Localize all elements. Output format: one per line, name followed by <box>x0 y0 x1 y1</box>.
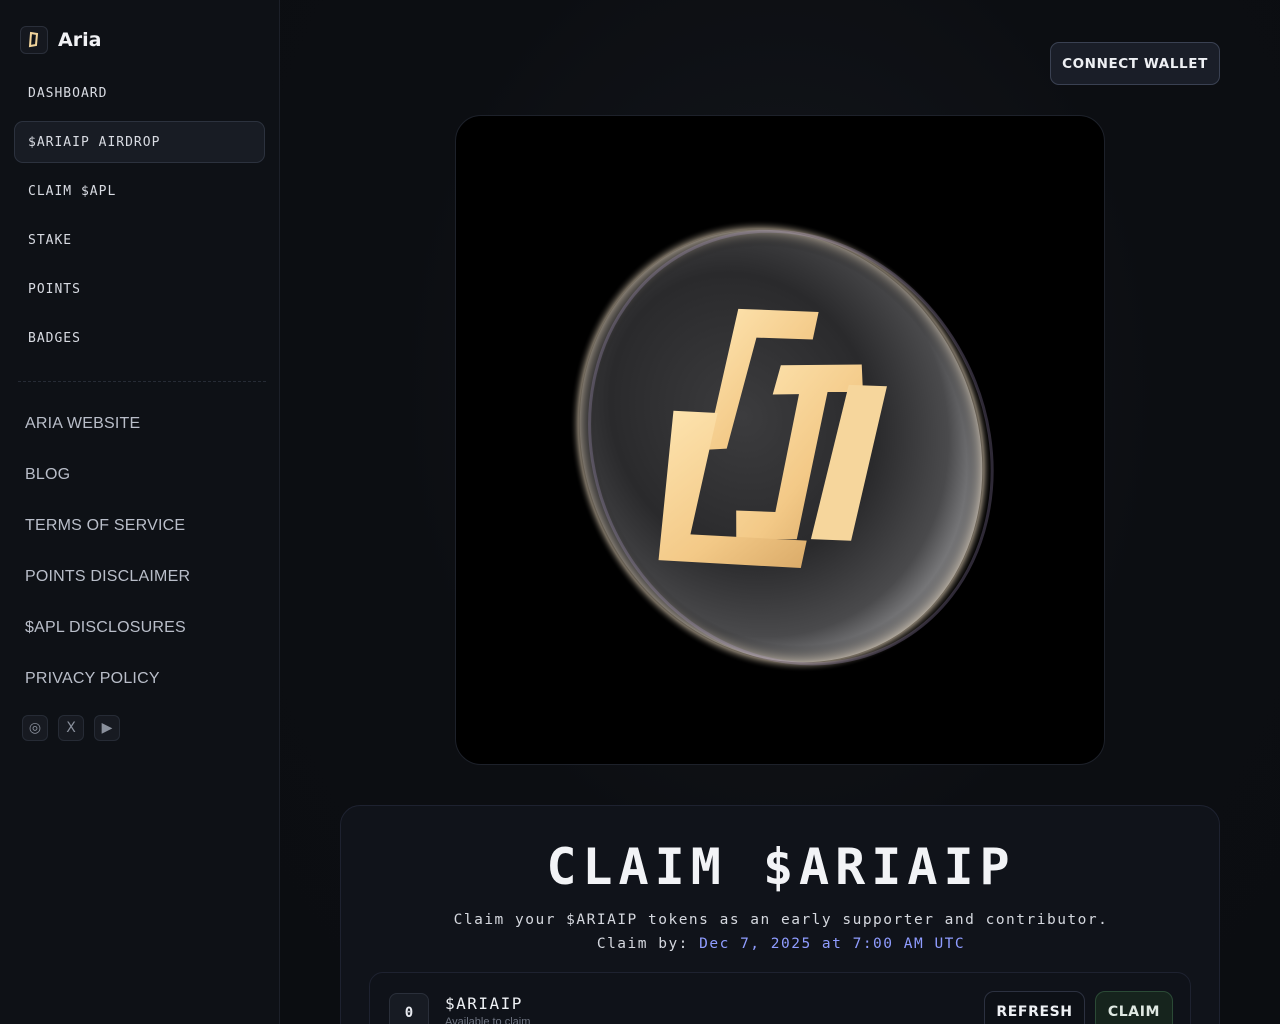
nav-item-ariaip-airdrop[interactable]: $ARIAIP AIRDROP <box>14 121 265 163</box>
claim-card: CLAIM $ARIAIP Claim your $ARIAIP tokens … <box>340 805 1220 1024</box>
claim-button[interactable]: CLAIM <box>1095 991 1173 1024</box>
brand[interactable]: Aria <box>20 26 101 54</box>
token-row: 0 $ARIAIP Available to claim REFRESH CLA… <box>369 972 1191 1024</box>
nav-item-dashboard[interactable]: DASHBOARD <box>14 72 265 114</box>
link-blog[interactable]: BLOG <box>25 449 190 500</box>
link-points-disclaimer[interactable]: POINTS DISCLAIMER <box>25 551 190 602</box>
claim-by-label: Claim by: <box>596 936 689 952</box>
claim-by-date: Dec 7, 2025 at 7:00 AM UTC <box>699 936 966 952</box>
token-subtitle: Available to claim <box>445 1016 531 1024</box>
sidebar: Aria DASHBOARD $ARIAIP AIRDROP CLAIM $AP… <box>0 0 280 1024</box>
external-links: ARIA WEBSITE BLOG TERMS OF SERVICE POINT… <box>25 398 190 704</box>
nav-item-claim-apl[interactable]: CLAIM $APL <box>14 170 265 212</box>
token-amount-badge: 0 <box>389 993 429 1024</box>
refresh-button[interactable]: REFRESH <box>984 991 1085 1024</box>
claim-deadline: Claim by: Dec 7, 2025 at 7:00 AM UTC <box>341 936 1221 952</box>
instagram-icon[interactable]: ◎ <box>22 715 48 741</box>
link-apl-disclosures[interactable]: $APL DISCLOSURES <box>25 602 190 653</box>
x-twitter-icon[interactable]: X <box>58 715 84 741</box>
link-terms-of-service[interactable]: TERMS OF SERVICE <box>25 500 190 551</box>
primary-nav: DASHBOARD $ARIAIP AIRDROP CLAIM $APL STA… <box>14 72 265 366</box>
brand-name: Aria <box>58 29 102 51</box>
nav-item-points[interactable]: POINTS <box>14 268 265 310</box>
token-name: $ARIAIP <box>445 994 523 1013</box>
aria-coin-logo-image <box>455 115 1105 765</box>
link-aria-website[interactable]: ARIA WEBSITE <box>25 398 190 449</box>
connect-wallet-button[interactable]: CONNECT WALLET <box>1050 42 1220 85</box>
claim-title: CLAIM $ARIAIP <box>546 838 1016 896</box>
youtube-icon[interactable]: ▶ <box>94 715 120 741</box>
claim-description: Claim your $ARIAIP tokens as an early su… <box>453 912 1109 928</box>
social-links: ◎ X ▶ <box>22 715 120 741</box>
main-content: CONNECT WALLET CLAIM $ARIAIP Claim your … <box>280 0 1280 1024</box>
nav-item-badges[interactable]: BADGES <box>14 317 265 359</box>
nav-item-stake[interactable]: STAKE <box>14 219 265 261</box>
link-privacy-policy[interactable]: PRIVACY POLICY <box>25 653 190 704</box>
aria-logo-icon <box>20 26 48 54</box>
sidebar-divider <box>18 381 266 382</box>
